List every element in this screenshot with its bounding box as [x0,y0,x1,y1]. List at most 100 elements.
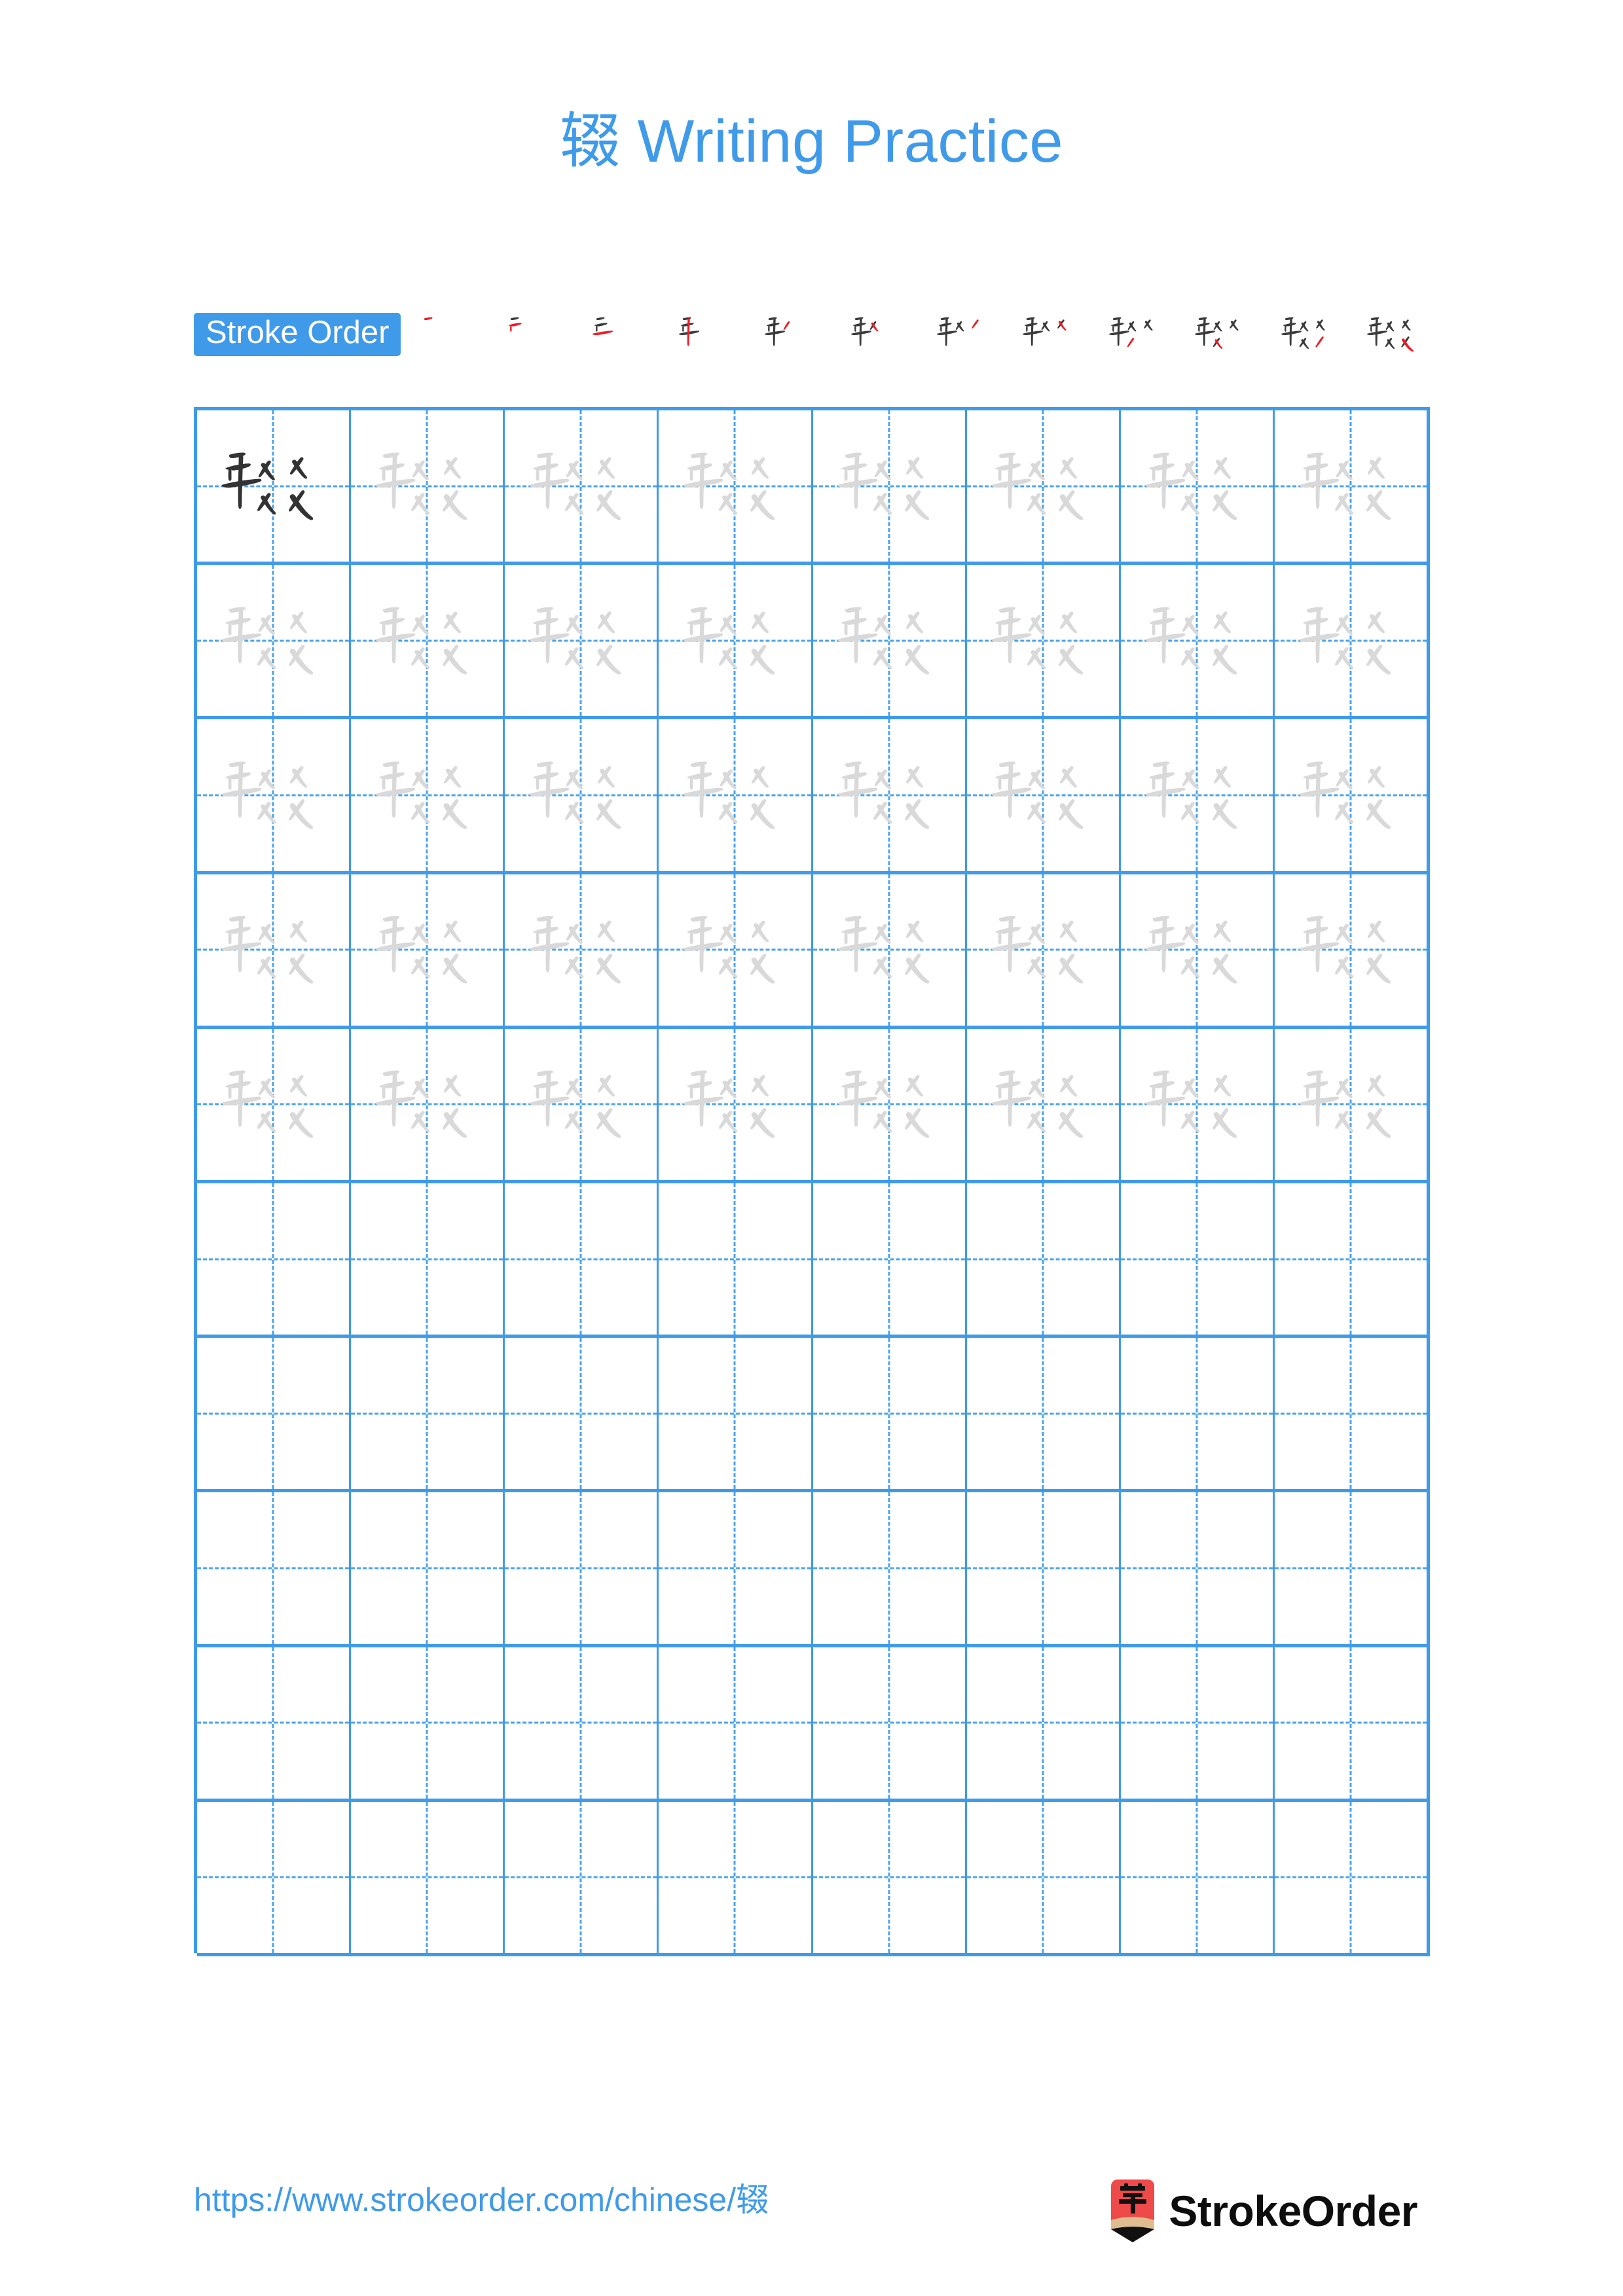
practice-cell[interactable] [351,1801,505,1953]
practice-cell[interactable] [351,1492,505,1644]
practice-cell[interactable] [1275,1492,1430,1644]
practice-cell[interactable] [351,874,505,1026]
practice-cell[interactable] [505,1801,659,1953]
practice-cell[interactable] [1275,1183,1430,1335]
practice-cell[interactable] [505,1338,659,1490]
practice-cell[interactable] [813,1801,967,1953]
stroke-order-badge: Stroke Order [194,313,401,356]
practice-cell[interactable] [659,874,813,1026]
practice-cell[interactable] [197,410,352,562]
practice-cell[interactable] [659,1028,813,1180]
practice-cell[interactable] [813,1338,967,1490]
stroke-step-glyph [424,317,433,321]
practice-cell[interactable] [659,1338,813,1490]
character-glyph [991,916,1083,984]
practice-cell[interactable] [967,1801,1121,1953]
practice-cell[interactable] [351,719,505,871]
practice-cell[interactable] [813,719,967,871]
source-url-link[interactable]: https://www.strokeorder.com/chinese/辍 [194,2179,769,2218]
practice-cell[interactable] [1275,565,1430,717]
practice-cell[interactable] [1275,1647,1430,1799]
practice-cell[interactable] [197,719,352,871]
practice-cell[interactable] [197,565,352,717]
practice-cell[interactable] [505,565,659,717]
tracing-character [505,565,657,716]
brand-name: StrokeOrder [1169,2187,1417,2235]
brand-logo-group: StrokeOrder [1108,2179,1429,2242]
practice-cell[interactable] [197,1492,352,1644]
practice-cell[interactable] [351,1183,505,1335]
practice-cell[interactable] [197,1338,352,1490]
character-glyph [221,452,314,520]
practice-cell[interactable] [967,565,1121,717]
practice-cell[interactable] [1121,719,1275,871]
practice-cell[interactable] [813,565,967,717]
practice-cell[interactable] [1121,1183,1275,1335]
practice-cell[interactable] [1275,410,1430,562]
practice-cell[interactable] [659,719,813,871]
practice-cell[interactable] [1275,1801,1430,1953]
practice-cell[interactable] [1121,1028,1275,1180]
practice-cell[interactable] [1275,874,1430,1026]
practice-cell[interactable] [967,410,1121,562]
tracing-character [813,1029,965,1180]
practice-cell[interactable] [1121,410,1275,562]
practice-cell[interactable] [505,1183,659,1335]
practice-cell[interactable] [1121,1492,1275,1644]
practice-cell[interactable] [197,1028,352,1180]
practice-cell[interactable] [659,1492,813,1644]
practice-cell[interactable] [505,719,659,871]
practice-cell[interactable] [505,1647,659,1799]
practice-cell[interactable] [659,1183,813,1335]
practice-cell[interactable] [813,1492,967,1644]
practice-cell[interactable] [1275,1028,1430,1180]
practice-cell[interactable] [659,1647,813,1799]
practice-cell[interactable] [967,874,1121,1026]
practice-cell[interactable] [967,1028,1121,1180]
tracing-character [197,719,349,870]
practice-cell[interactable] [967,1338,1121,1490]
practice-cell[interactable] [967,1647,1121,1799]
practice-cell[interactable] [813,410,967,562]
practice-cell[interactable] [351,565,505,717]
practice-cell[interactable] [505,1028,659,1180]
practice-cell[interactable] [659,1801,813,1953]
practice-cell[interactable] [813,1647,967,1799]
practice-cell[interactable] [197,1183,352,1335]
practice-cell[interactable] [351,1338,505,1490]
practice-cell[interactable] [1121,1647,1275,1799]
practice-cell[interactable] [505,1492,659,1644]
character-glyph [1145,761,1237,829]
practice-cell[interactable] [1121,1338,1275,1490]
stroke-step-glyph [508,317,522,332]
practice-cell[interactable] [197,874,352,1026]
practice-cell[interactable] [659,410,813,562]
practice-cell[interactable] [1121,1801,1275,1953]
practice-cell[interactable] [813,1028,967,1180]
practice-cell[interactable] [659,565,813,717]
practice-cell[interactable] [197,1647,352,1799]
practice-cell[interactable] [351,410,505,562]
practice-cell[interactable] [813,1183,967,1335]
character-glyph [1145,452,1237,520]
practice-cell[interactable] [1121,565,1275,717]
tracing-character [1121,719,1273,870]
tracing-character [1275,874,1427,1026]
practice-cell[interactable] [967,719,1121,871]
practice-cell[interactable] [505,410,659,562]
practice-cell[interactable] [1275,1338,1430,1490]
practice-cell[interactable] [505,874,659,1026]
tracing-character [659,874,811,1026]
character-glyph [684,916,775,984]
stroke-step-glyph [936,317,979,346]
practice-cell[interactable] [813,874,967,1026]
practice-cell[interactable] [967,1492,1121,1644]
practice-cell[interactable] [1121,874,1275,1026]
practice-cell[interactable] [351,1647,505,1799]
practice-cell[interactable] [1275,719,1430,871]
practice-cell[interactable] [967,1183,1121,1335]
practice-cell[interactable] [197,1801,352,1953]
practice-cell[interactable] [351,1028,505,1180]
character-glyph [837,761,929,829]
tracing-character [967,1029,1119,1180]
